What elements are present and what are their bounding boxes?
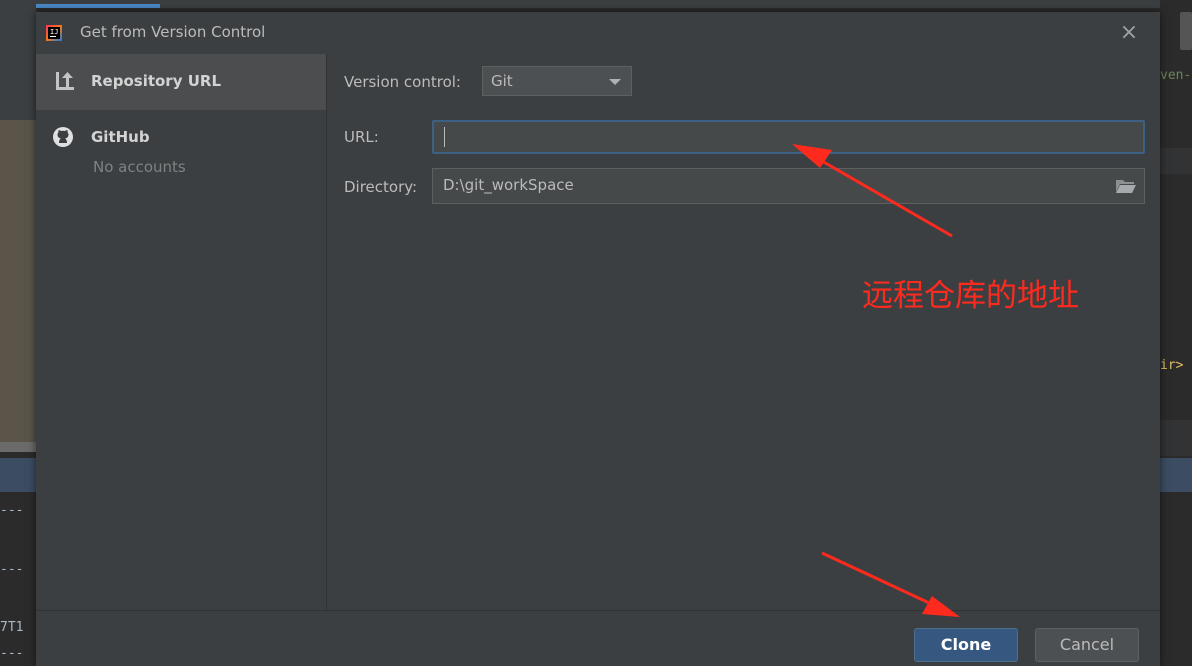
annotation-text: 远程仓库的地址	[862, 278, 1079, 314]
ide-top-strip	[0, 0, 1192, 8]
clone-button[interactable]: Clone	[914, 628, 1018, 662]
console-dashes: ---	[0, 503, 24, 518]
directory-input[interactable]: D:\git_workSpace	[432, 168, 1145, 204]
ide-scrollbar[interactable]	[1180, 12, 1192, 50]
ide-left-toolbar	[0, 458, 36, 492]
ide-left-panel	[0, 0, 36, 120]
ide-right-toolbar	[1160, 458, 1192, 492]
sidebar-item-label: Repository URL	[91, 72, 221, 90]
dialog-titlebar: IJ Get from Version Control ×	[36, 12, 1160, 54]
footer-divider	[36, 610, 1160, 611]
text-caret	[444, 127, 445, 147]
console-dashes: ---	[0, 562, 24, 577]
ide-right-band	[1160, 420, 1192, 456]
vcs-source-sidebar: Repository URL GitHub No accounts	[36, 54, 326, 610]
console-text: 7T1	[0, 620, 24, 635]
ide-right-band	[1160, 148, 1192, 174]
ide-console-area	[0, 492, 36, 666]
ide-left-scrollbar	[0, 442, 36, 452]
sidebar-item-github[interactable]: GitHub No accounts	[36, 116, 326, 186]
console-dashes: ---	[0, 646, 24, 661]
version-control-value: Git	[491, 72, 513, 90]
cancel-button[interactable]: Cancel	[1035, 628, 1139, 662]
repository-url-icon	[56, 72, 74, 90]
code-fragment: ir>	[1160, 358, 1184, 373]
url-label: URL:	[344, 128, 379, 146]
get-from-vcs-dialog: IJ Get from Version Control × Repository…	[36, 12, 1160, 666]
dialog-title: Get from Version Control	[80, 23, 266, 41]
sidebar-item-sublabel: No accounts	[93, 158, 186, 176]
close-button[interactable]: ×	[1114, 18, 1144, 48]
close-icon: ×	[1119, 20, 1139, 45]
folder-icon[interactable]	[1116, 179, 1136, 193]
sidebar-item-label: GitHub	[91, 128, 150, 146]
version-control-label: Version control:	[344, 73, 461, 91]
url-input[interactable]	[432, 120, 1145, 154]
sidebar-divider	[326, 54, 327, 610]
intellij-app-icon: IJ	[46, 25, 62, 41]
chevron-down-icon	[609, 79, 621, 85]
ide-right-editor	[1160, 0, 1192, 666]
directory-value: D:\git_workSpace	[443, 176, 574, 194]
ide-left-editor-area	[0, 120, 36, 442]
sidebar-item-repository-url[interactable]: Repository URL	[36, 54, 326, 110]
directory-label: Directory:	[344, 178, 418, 196]
code-fragment: ven-	[1160, 68, 1192, 83]
version-control-select[interactable]: Git	[482, 66, 632, 96]
